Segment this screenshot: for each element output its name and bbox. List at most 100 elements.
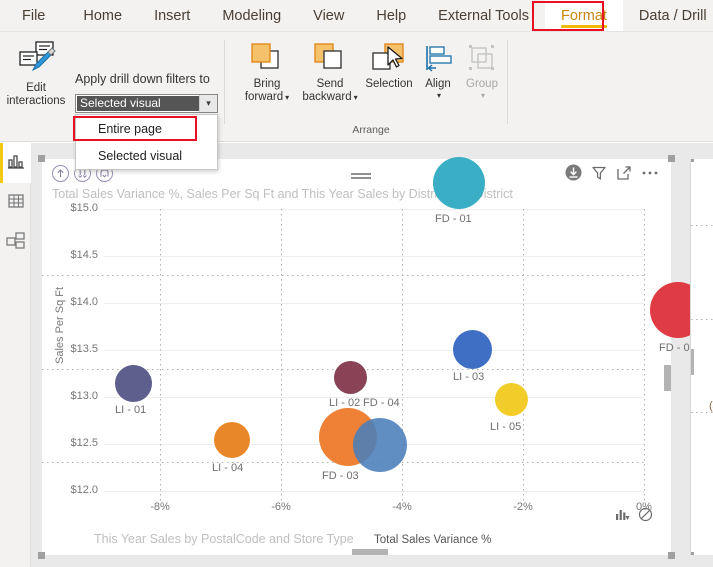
send-backward-label-2: backward — [302, 91, 352, 103]
bubble-li-01[interactable] — [115, 365, 152, 402]
selection-handle-tl-2[interactable] — [691, 159, 694, 162]
scatter-chart-visual[interactable]: Total Sales Variance %, Sales Per Sq Ft … — [38, 155, 706, 559]
table-icon — [7, 192, 25, 215]
secondary-dotted-line-1 — [691, 225, 713, 226]
bubble-label: LI - 03 — [453, 371, 485, 383]
bubble-li-04[interactable] — [214, 422, 250, 458]
align-label: Align — [425, 78, 451, 90]
tab-home[interactable]: Home — [67, 0, 138, 31]
bubble-label: LI - 04 — [212, 462, 244, 474]
bubble-li-03[interactable] — [453, 330, 492, 369]
gridline-x--8pct — [160, 209, 161, 504]
drill-mode-icon[interactable] — [350, 169, 372, 187]
group-label: Group — [466, 78, 498, 90]
bubble-li-05[interactable] — [495, 383, 528, 416]
vertical-scrollbar-thumb[interactable] — [664, 365, 671, 391]
chevron-down-icon: ▾ — [480, 91, 485, 100]
bubble-label: FD - 03 — [322, 470, 359, 482]
y-tick-label: $12.0 — [70, 484, 98, 496]
x-tick-label: -2% — [513, 501, 533, 513]
edit-interactions-label-line1: Edit — [26, 82, 46, 94]
chevron-down-icon[interactable]: ▾ — [437, 91, 441, 100]
bring-forward-button[interactable]: Bring forward ▾ — [236, 38, 298, 116]
footer-visual-label: This Year Sales by PostalCode and Store … — [94, 532, 354, 546]
focus-mode-icon[interactable] — [565, 164, 582, 186]
secondary-dotted-line-3 — [691, 412, 713, 413]
bubble-li-02[interactable] — [334, 361, 367, 394]
more-options-icon[interactable] — [641, 165, 659, 186]
y-tick-label: $12.5 — [70, 437, 98, 449]
horizontal-scrollbar-thumb[interactable] — [352, 549, 388, 555]
gridline-x--2pct — [523, 209, 524, 504]
bar-chart-icon — [7, 152, 25, 175]
group-icon — [466, 38, 498, 78]
report-canvas: Total Sales Variance %, Sales Per Sq Ft … — [31, 143, 713, 567]
bubble-label: FD - 04 — [363, 397, 400, 409]
secondary-tick-label: ($0.2 — [709, 400, 713, 412]
tab-external-tools[interactable]: External Tools — [422, 0, 545, 31]
x-axis-title: Total Sales Variance % — [374, 534, 492, 546]
send-backward-label-1: Send — [316, 78, 344, 90]
send-backward-button[interactable]: Send backward ▾ — [299, 38, 361, 116]
filter-icon[interactable] — [591, 165, 607, 186]
gridline-x-0pct — [644, 209, 645, 504]
arrange-group-caption: Arrange — [352, 124, 390, 136]
x-tick-label: -8% — [150, 501, 170, 513]
tab-help[interactable]: Help — [360, 0, 422, 31]
group-divider-2 — [507, 40, 508, 124]
sidebar-item-model-view[interactable] — [0, 223, 31, 263]
tab-data-drill[interactable]: Data / Drill — [623, 0, 713, 31]
align-icon — [422, 38, 454, 78]
relationships-icon — [5, 231, 26, 255]
selection-handle-br[interactable] — [668, 552, 675, 559]
tab-view[interactable]: View — [297, 0, 360, 31]
bubble-label: LI - 05 — [490, 421, 522, 433]
drill-filters-label: Apply drill down filters to — [75, 72, 210, 86]
bubble-label: LI - 01 — [115, 404, 147, 416]
tab-file[interactable]: File — [0, 0, 67, 31]
drill-up-icon[interactable] — [52, 165, 69, 182]
selection-handle-bl-2[interactable] — [691, 552, 694, 555]
dotted-ref-line-1 — [42, 275, 644, 276]
bring-forward-label-1: Bring — [253, 78, 281, 90]
bubble-label: FD - 01 — [435, 213, 472, 225]
tab-insert[interactable]: Insert — [138, 0, 206, 31]
tab-modeling[interactable]: Modeling — [206, 0, 297, 31]
drill-filters-dropdown-list: Entire page Selected visual — [75, 114, 218, 170]
align-button[interactable]: Align ▾ — [418, 38, 458, 116]
edit-interactions-button[interactable]: Edit interactions — [2, 36, 70, 120]
selection-handle-tl[interactable] — [38, 155, 45, 162]
gridline-y-13.5 — [104, 350, 644, 351]
no-filter-icon[interactable] — [638, 507, 653, 527]
chevron-down-icon[interactable]: ▾ — [285, 93, 289, 102]
chevron-down-icon[interactable]: ▾ — [354, 93, 358, 102]
send-backward-icon — [310, 38, 350, 78]
secondary-visual-partial[interactable]: Tota $0. $0. ($0.2 — [690, 159, 713, 555]
gridline-y-14.5 — [104, 256, 644, 257]
selection-button[interactable]: Selection — [360, 38, 418, 116]
group-button: Group ▾ — [460, 38, 504, 116]
selection-label: Selection — [365, 78, 413, 90]
ribbon-tab-bar: File Home Insert Modeling View Help Exte… — [0, 0, 713, 32]
secondary-scrollbar-thumb[interactable] — [691, 349, 694, 375]
bubble-fd-04[interactable] — [353, 418, 407, 472]
y-tick-label: $14.5 — [70, 249, 98, 261]
drill-filters-select[interactable]: Selected visual ▾ — [75, 94, 218, 113]
tab-format[interactable]: Format — [544, 0, 623, 31]
sidebar-item-data-view[interactable] — [0, 183, 31, 223]
sidebar-item-report-view[interactable] — [0, 143, 31, 183]
selection-handle-tr[interactable] — [668, 155, 675, 162]
x-tick-label: -6% — [271, 501, 291, 513]
gridline-y-12.0 — [104, 491, 644, 492]
gridline-y-14.0 — [104, 303, 644, 304]
dropdown-option-entire-page[interactable]: Entire page — [76, 115, 217, 142]
selection-pane-icon — [368, 38, 410, 78]
edit-interactions-icon — [14, 40, 58, 79]
bubble-fd-01[interactable] — [433, 157, 485, 209]
visual-header-actions — [565, 164, 659, 186]
chevron-down-icon[interactable]: ▾ — [199, 95, 217, 112]
focus-expand-icon[interactable] — [616, 165, 632, 186]
sort-icon[interactable] — [615, 507, 630, 527]
selection-handle-bl[interactable] — [38, 552, 45, 559]
dropdown-option-selected-visual[interactable]: Selected visual — [76, 142, 217, 169]
